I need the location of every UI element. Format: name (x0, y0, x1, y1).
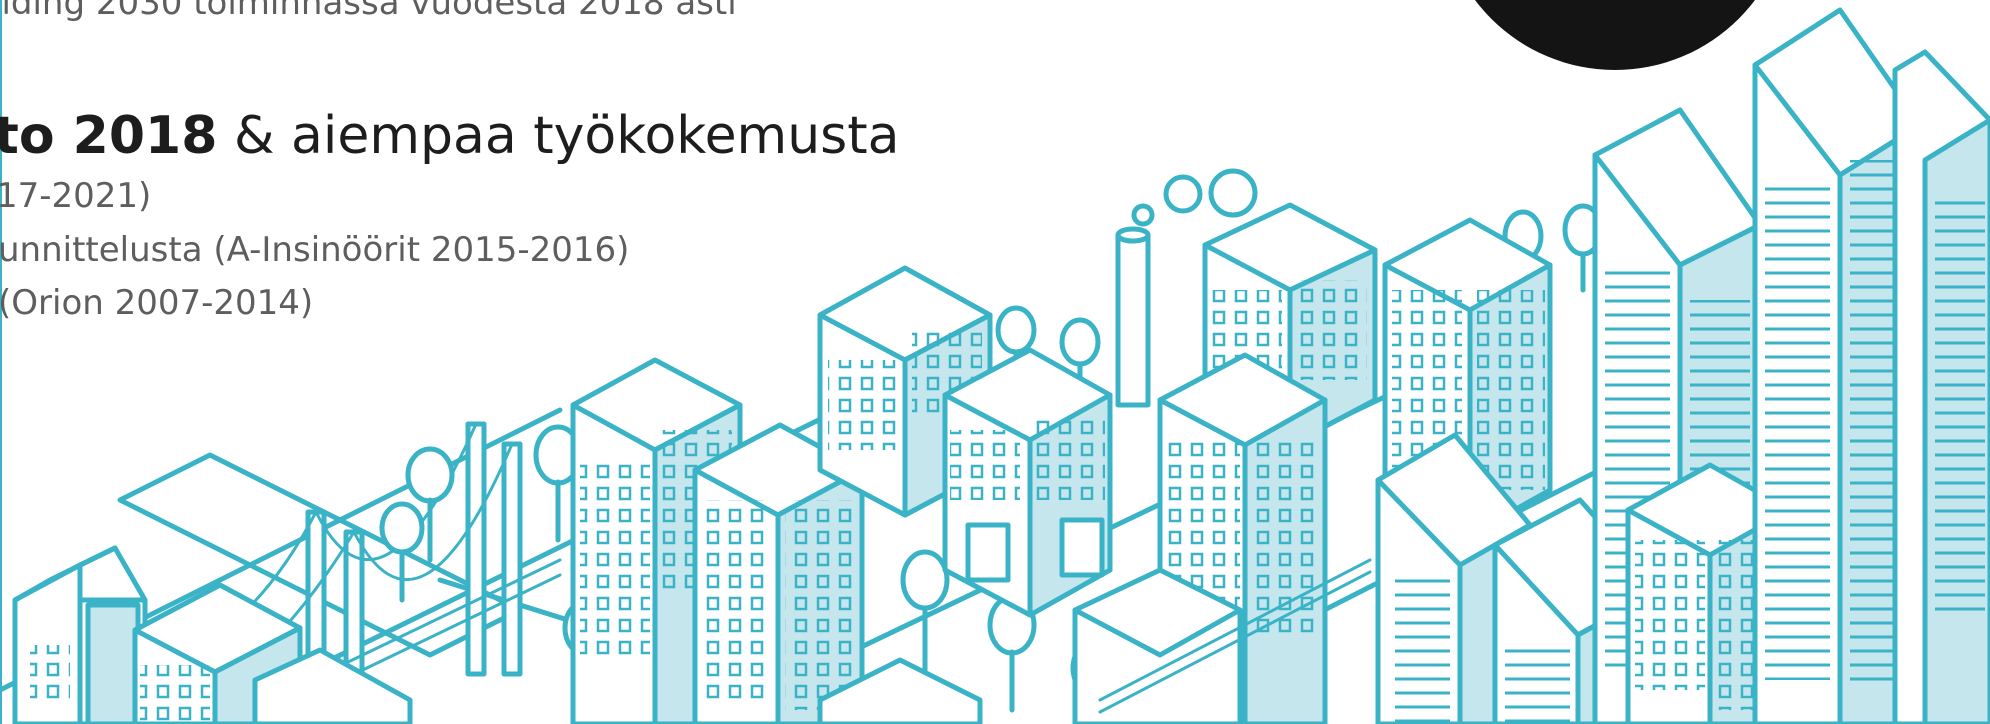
heading-rest: & aiempaa työkokemusta (217, 106, 900, 166)
experience-item-3: (Orion 2007-2014) (0, 283, 314, 323)
section-heading: to 2018 & aiempaa työkokemusta (0, 110, 900, 162)
intro-line: ilding 2030 toiminnassa vuodesta 2018 as… (0, 0, 737, 23)
heading-bold-part: to 2018 (0, 106, 218, 166)
experience-item-2: unnittelusta (A-Insinöörit 2015-2016) (0, 230, 630, 270)
experience-item-1: 17-2021) (0, 176, 152, 216)
intro-text-block: ilding 2030 toiminnassa vuodesta 2018 as… (0, 0, 1100, 360)
